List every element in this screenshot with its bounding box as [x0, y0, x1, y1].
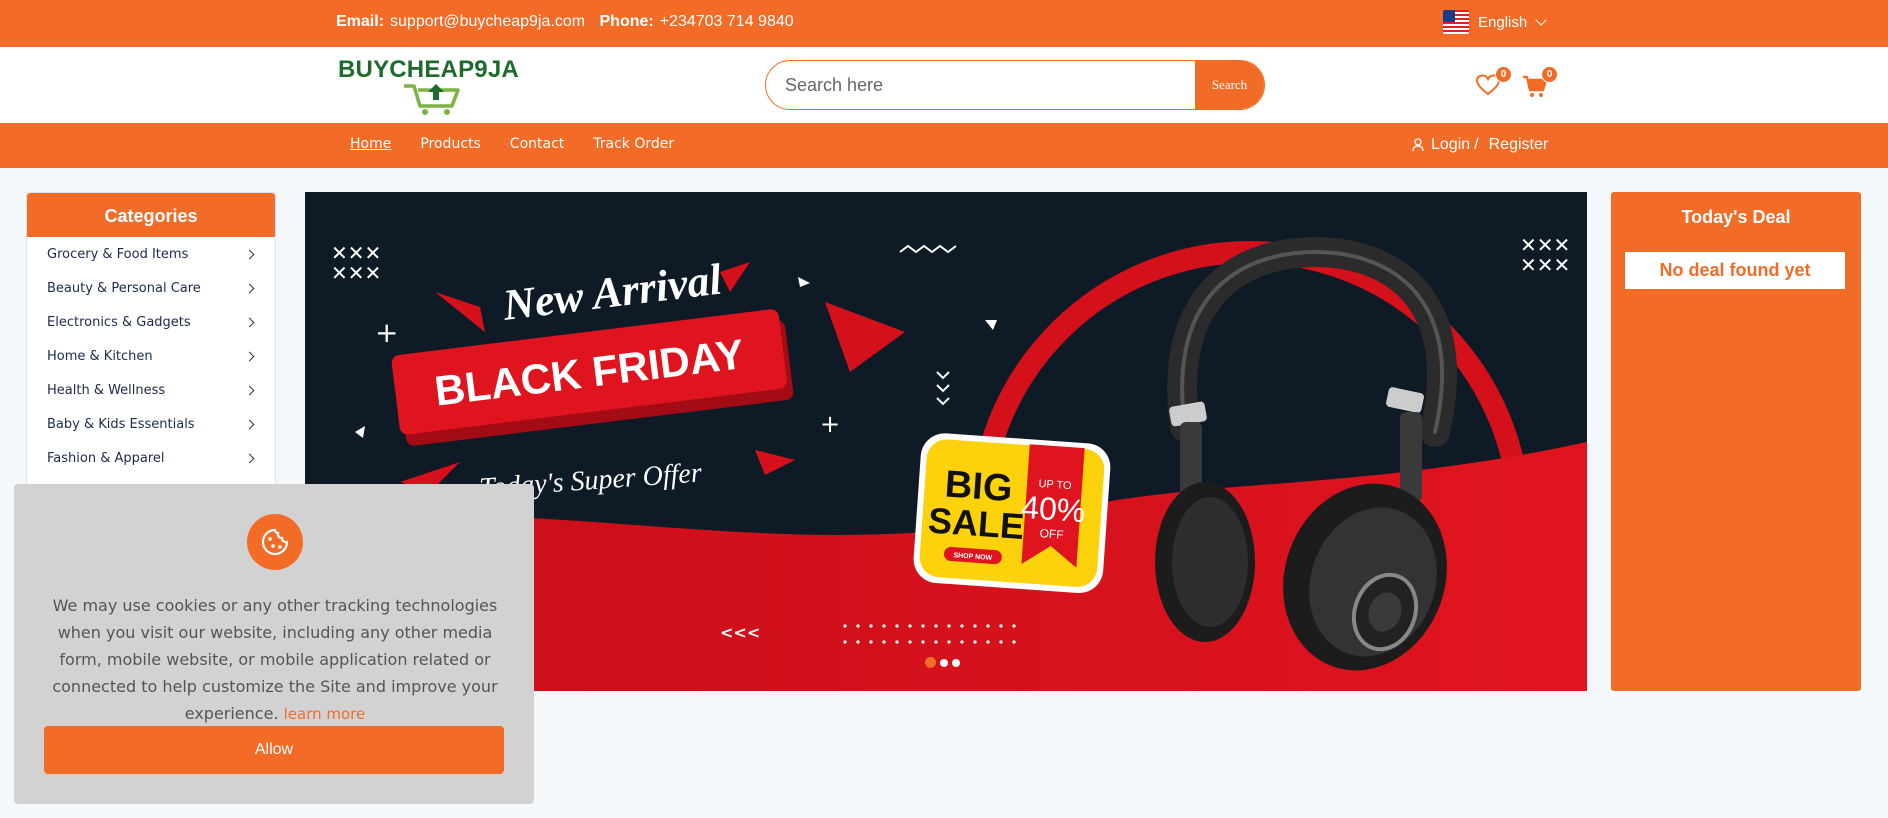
language-selector[interactable]: English — [1443, 10, 1547, 34]
slider-dot-active[interactable] — [925, 657, 936, 668]
search-bar: Search — [765, 60, 1265, 110]
learn-more-link[interactable]: learn more — [284, 705, 366, 723]
slider-dot[interactable] — [940, 658, 948, 667]
category-item[interactable]: Baby & Kids Essentials — [27, 407, 275, 441]
wishlist-count-badge: 0 — [1495, 66, 1512, 83]
search-input[interactable] — [766, 61, 1195, 109]
category-item[interactable]: Grocery & Food Items — [27, 237, 275, 271]
cookie-icon — [247, 514, 303, 570]
category-item[interactable]: Home & Kitchen — [27, 339, 275, 373]
cookie-consent-popup: We may use cookies or any other tracking… — [14, 484, 534, 804]
category-label: Electronics & Gadgets — [47, 314, 191, 330]
chevron-right-icon — [244, 419, 255, 429]
allow-cookies-button[interactable]: Allow — [44, 726, 504, 774]
cart-button[interactable]: 0 — [1522, 66, 1558, 102]
login-link[interactable]: Login — [1431, 136, 1470, 154]
category-label: Fashion & Apparel — [47, 450, 165, 466]
email-label: Email: — [336, 13, 385, 30]
category-label: Grocery & Food Items — [47, 246, 189, 262]
deal-empty-message: No deal found yet — [1625, 252, 1845, 289]
todays-deal-panel: Today's Deal No deal found yet — [1611, 192, 1861, 691]
deal-title: Today's Deal — [1681, 207, 1791, 227]
chevron-right-icon — [244, 351, 255, 361]
nav-products[interactable]: Products — [420, 136, 480, 152]
language-label: English — [1478, 13, 1528, 31]
chevron-right-icon — [244, 283, 255, 293]
cart-logo-icon — [404, 84, 460, 115]
chevron-down-icon — [1535, 14, 1547, 26]
nav-contact[interactable]: Contact — [510, 136, 564, 152]
search-button[interactable]: Search — [1195, 61, 1264, 109]
categories-title: Categories — [27, 193, 275, 237]
svg-text:+: + — [820, 410, 840, 438]
us-flag-icon — [1443, 10, 1469, 34]
phone-value[interactable]: +234703 714 9840 — [660, 13, 794, 30]
user-icon — [1412, 138, 1424, 152]
svg-text:✕✕✕: ✕✕✕ — [331, 261, 381, 285]
register-link[interactable]: Register — [1489, 136, 1549, 154]
phone-label: Phone: — [599, 13, 654, 30]
category-label: Health & Wellness — [47, 382, 166, 398]
chevron-right-icon — [244, 453, 255, 463]
banner-off: OFF — [1039, 526, 1064, 542]
banner-percent: 40% — [1020, 489, 1086, 529]
wishlist-button[interactable]: 0 — [1475, 66, 1512, 102]
auth-separator: / — [1474, 136, 1479, 153]
nav-home[interactable]: Home — [350, 136, 391, 152]
svg-text:✕✕✕: ✕✕✕ — [1520, 253, 1570, 277]
category-item[interactable]: Fashion & Apparel — [27, 441, 275, 475]
chevron-right-icon — [244, 385, 255, 395]
category-label: Baby & Kids Essentials — [47, 416, 195, 432]
category-label: Beauty & Personal Care — [47, 280, 201, 296]
contact-info: Email: support@buycheap9ja.com Phone: +234… — [336, 13, 804, 31]
cookie-message: We may use cookies or any other tracking… — [40, 592, 510, 728]
chevron-right-icon — [244, 317, 255, 327]
site-logo[interactable]: BUYCHEAP9JA — [338, 56, 523, 118]
nav-track-order[interactable]: Track Order — [593, 136, 674, 152]
banner-sale-sale: SALE — [927, 499, 1026, 547]
category-label: Home & Kitchen — [47, 348, 153, 364]
slider-dots — [925, 657, 960, 668]
main-nav: Home Products Contact Track Order Login … — [0, 123, 1888, 168]
email-value[interactable]: support@buycheap9ja.com — [390, 13, 585, 30]
cookie-text: We may use cookies or any other tracking… — [52, 596, 498, 723]
category-item[interactable]: Beauty & Personal Care — [27, 271, 275, 305]
categories-panel: Categories Grocery & Food Items Beauty &… — [26, 192, 276, 492]
category-item[interactable]: Health & Wellness — [27, 373, 275, 407]
cart-count-badge: 0 — [1541, 66, 1558, 83]
nav-links: Home Products Contact Track Order — [350, 136, 703, 152]
top-bar: Email: support@buycheap9ja.com Phone: +234… — [0, 0, 1888, 47]
chevron-right-icon — [244, 249, 255, 259]
category-item[interactable]: Electronics & Gadgets — [27, 305, 275, 339]
slider-dot[interactable] — [952, 658, 960, 667]
svg-text:+: + — [375, 316, 398, 349]
auth-links: Login / Register — [1412, 136, 1548, 154]
site-header: BUYCHEAP9JA Search 0 0 — [0, 47, 1888, 123]
banner-arrows: <<< — [720, 623, 760, 642]
banner-new-arrival: New Arrival — [499, 254, 725, 330]
